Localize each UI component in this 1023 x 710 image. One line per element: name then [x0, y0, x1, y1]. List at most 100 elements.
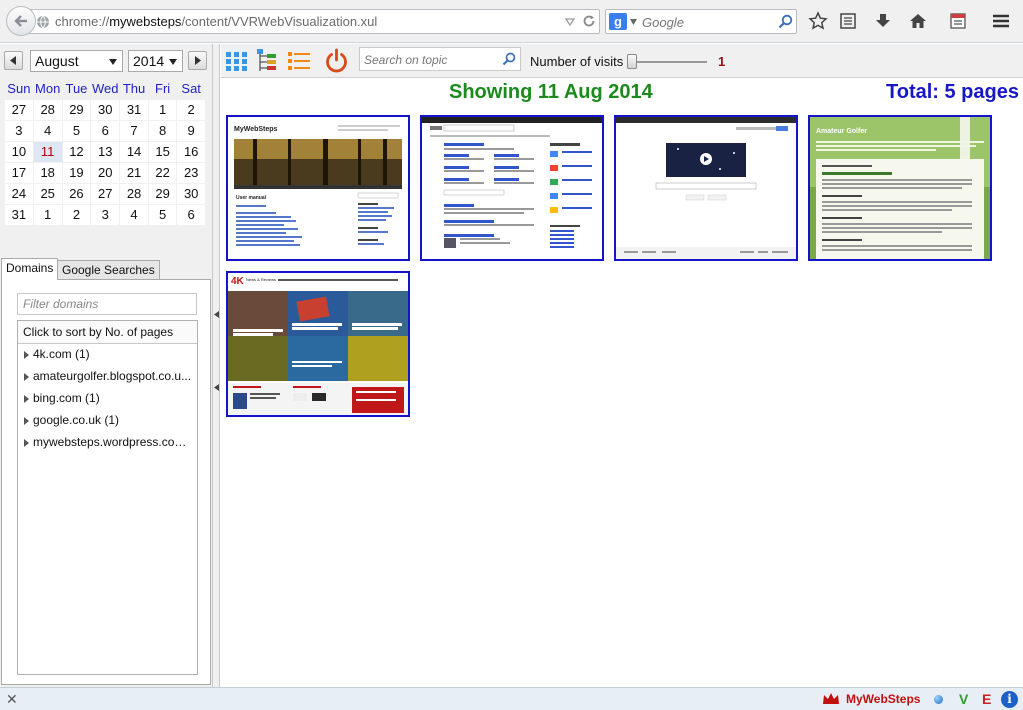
expand-triangle-icon[interactable]: [22, 372, 30, 381]
calendar-day[interactable]: 2: [61, 203, 92, 226]
calendar-day[interactable]: 10: [4, 140, 34, 163]
calendar-day[interactable]: 13: [90, 140, 121, 163]
calendar-day[interactable]: 31: [119, 98, 149, 121]
expand-triangle-icon[interactable]: [22, 350, 30, 359]
e-icon[interactable]: E: [982, 691, 991, 707]
calendar-day[interactable]: 28: [119, 182, 149, 205]
domain-item[interactable]: google.co.uk (1): [18, 410, 197, 432]
domain-item[interactable]: mywebsteps.wordpress.com ...: [18, 432, 197, 454]
year-select[interactable]: 2014: [128, 50, 183, 72]
calendar-day[interactable]: 6: [176, 203, 206, 226]
calendar-day[interactable]: 1: [32, 203, 63, 226]
calendar-day[interactable]: 8: [147, 119, 178, 142]
calendar-day[interactable]: 1: [147, 98, 178, 121]
filter-domains-input[interactable]: Filter domains: [17, 293, 197, 315]
web-search-input[interactable]: Google: [642, 15, 684, 30]
grid-view-icon[interactable]: [224, 47, 251, 74]
calendar-day[interactable]: 7: [119, 119, 149, 142]
domains-list: Click to sort by No. of pages 4k.com (1)…: [17, 320, 198, 675]
calendar-day[interactable]: 5: [147, 203, 178, 226]
calendar-day[interactable]: 4: [119, 203, 149, 226]
search-engine-icon[interactable]: g: [609, 13, 627, 30]
collapse-left-icon[interactable]: [214, 311, 219, 318]
calendar-day[interactable]: 28: [32, 98, 63, 121]
visits-slider-handle[interactable]: [627, 54, 637, 69]
calendar-day[interactable]: 16: [176, 140, 206, 163]
page-thumbnail-bing[interactable]: [420, 115, 604, 261]
search-engine-dropdown-icon[interactable]: [630, 19, 637, 25]
calendar-day[interactable]: 30: [176, 182, 206, 205]
calendar-day[interactable]: 6: [90, 119, 121, 142]
chevron-down-icon: [169, 59, 177, 65]
bookmarks-menu-icon[interactable]: [838, 11, 858, 31]
month-select[interactable]: August: [30, 50, 123, 72]
calendar-day[interactable]: 26: [61, 182, 92, 205]
calendar-day[interactable]: 17: [4, 161, 34, 184]
menu-hamburger-icon[interactable]: [991, 11, 1011, 31]
domain-item[interactable]: bing.com (1): [18, 388, 197, 410]
list-view-icon[interactable]: [286, 47, 313, 74]
tree-view-icon[interactable]: [254, 47, 281, 74]
sort-by-pages-header[interactable]: Click to sort by No. of pages: [18, 321, 197, 344]
back-button[interactable]: [6, 6, 36, 36]
calendar-day[interactable]: 15: [147, 140, 178, 163]
close-icon[interactable]: ✕: [6, 691, 18, 708]
tab-domains[interactable]: Domains: [1, 258, 59, 280]
calendar-day[interactable]: 18: [32, 161, 63, 184]
calendar-day[interactable]: 12: [61, 140, 92, 163]
v-icon[interactable]: V: [959, 691, 968, 707]
calendar-day[interactable]: 24: [4, 182, 34, 205]
url-history-dropdown-icon[interactable]: [565, 17, 575, 27]
calendar-day[interactable]: 25: [32, 182, 63, 205]
page-thumbnail-4k[interactable]: 4K News & Reviews: [226, 271, 410, 417]
calendar-day[interactable]: 30: [90, 98, 121, 121]
reload-icon[interactable]: [582, 14, 596, 28]
calendar-day[interactable]: 31: [4, 203, 34, 226]
expand-triangle-icon[interactable]: [22, 416, 30, 425]
page-thumbnail-google[interactable]: [614, 115, 798, 261]
visits-slider-track[interactable]: [629, 61, 707, 63]
page-thumbnail-amateurgolfer[interactable]: Amateur Golfer: [808, 115, 992, 261]
next-month-button[interactable]: [188, 51, 207, 70]
calendar-day[interactable]: 27: [90, 182, 121, 205]
collapse-left-icon[interactable]: [214, 384, 219, 391]
url-bar[interactable]: chrome://mywebsteps/content/VVRWebVisual…: [28, 9, 600, 34]
calendar-day[interactable]: 29: [61, 98, 92, 121]
calendar-week: 10 11 12 13 14 15 16: [4, 140, 206, 163]
search-icon[interactable]: [778, 14, 793, 29]
expand-triangle-icon[interactable]: [22, 394, 30, 403]
calendar-day[interactable]: 21: [119, 161, 149, 184]
calendar-day[interactable]: 5: [61, 119, 92, 142]
power-icon[interactable]: [323, 47, 350, 74]
calendar-day[interactable]: 20: [90, 161, 121, 184]
search-topic-input[interactable]: Search on topic: [359, 47, 521, 71]
web-search-bar[interactable]: g Google: [605, 9, 797, 34]
calendar-day[interactable]: 9: [176, 119, 206, 142]
panel-splitter[interactable]: [213, 44, 220, 687]
globe-icon: [37, 15, 49, 29]
home-icon[interactable]: [908, 11, 928, 31]
calendar-day[interactable]: 14: [119, 140, 149, 163]
calendar-day[interactable]: 3: [4, 119, 34, 142]
calendar-day[interactable]: 22: [147, 161, 178, 184]
calendar-day-selected[interactable]: 11: [32, 140, 63, 163]
calendar-day[interactable]: 29: [147, 182, 178, 205]
mywebsteps-calendar-icon[interactable]: [948, 11, 968, 31]
search-icon[interactable]: [502, 52, 516, 66]
expand-triangle-icon[interactable]: [22, 438, 30, 447]
domain-item[interactable]: amateurgolfer.blogspot.co.u...: [18, 366, 197, 388]
tab-google-searches[interactable]: Google Searches: [57, 260, 160, 279]
domain-item[interactable]: 4k.com (1): [18, 344, 197, 366]
calendar-day[interactable]: 4: [32, 119, 63, 142]
status-brand[interactable]: MyWebSteps: [846, 692, 920, 706]
download-icon[interactable]: [873, 11, 893, 31]
previous-month-button[interactable]: [4, 51, 23, 70]
info-icon[interactable]: i: [1001, 691, 1018, 708]
calendar-day[interactable]: 23: [176, 161, 206, 184]
bookmark-star-icon[interactable]: [808, 11, 828, 31]
calendar-day[interactable]: 19: [61, 161, 92, 184]
page-thumbnail-mywebsteps[interactable]: MyWebSteps User manual: [226, 115, 410, 261]
calendar-day[interactable]: 2: [176, 98, 206, 121]
calendar-day[interactable]: 27: [4, 98, 34, 121]
calendar-day[interactable]: 3: [90, 203, 121, 226]
